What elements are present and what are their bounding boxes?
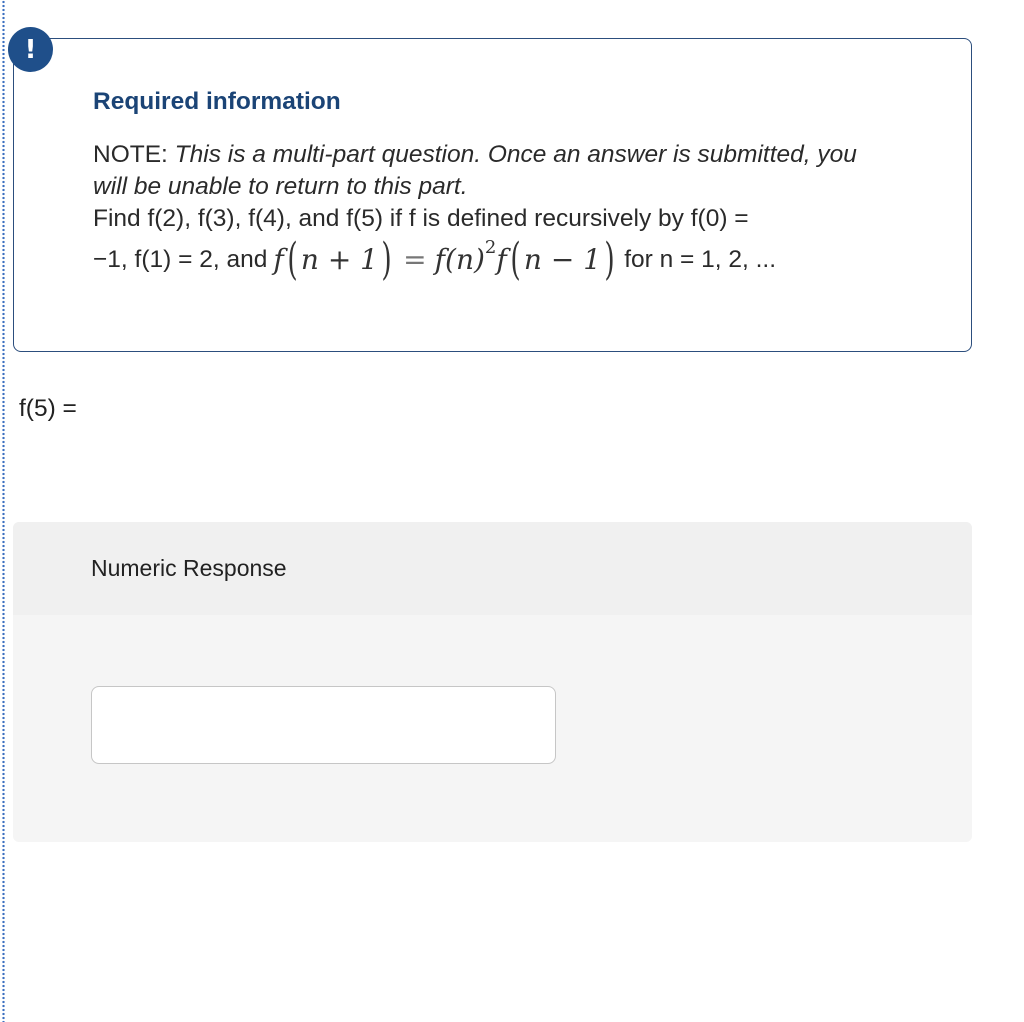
find-sentence: Find f(2), f(3), f(4), and f(5) if f is …: [93, 205, 749, 232]
note-text: This is a multi-part question. Once an a…: [93, 141, 857, 200]
left-dotted-rule: [2, 0, 5, 1022]
numeric-response-panel: Numeric Response: [13, 522, 972, 842]
question-text: NOTE: This is a multi-part question. Onc…: [93, 139, 893, 285]
close-paren: ): [381, 234, 392, 285]
question-label: f(5) =: [19, 395, 77, 422]
response-header: Numeric Response: [13, 522, 972, 615]
formula-rhs-f2: f: [496, 243, 507, 276]
close-paren-2: ): [604, 234, 615, 285]
formula-lhs-f: f: [273, 243, 284, 276]
note-paragraph: NOTE: This is a multi-part question. Onc…: [93, 139, 893, 203]
formula-rhs-f1: f: [434, 243, 446, 276]
exclamation-icon: !: [8, 27, 53, 72]
formula-exponent: 2: [484, 237, 497, 258]
formula-rhs-arg1: (n): [445, 243, 485, 276]
formula-rhs-arg2: n − 1: [523, 243, 602, 276]
recurrence-line: −1, f(1) = 2, and f ( n + 1 ) = f (n) 2 …: [93, 235, 893, 285]
open-paren-2: (: [510, 234, 521, 285]
domain-text: for n = 1, 2, ...: [624, 246, 777, 273]
initial-conditions: −1, f(1) = 2, and: [93, 246, 268, 273]
recurrence-formula: f ( n + 1 ) = f (n) 2 f ( n − 1 ): [273, 234, 618, 285]
formula-lhs-arg: n + 1: [300, 243, 378, 276]
formula-equals: =: [403, 243, 427, 276]
note-prefix: NOTE:: [93, 141, 175, 168]
response-title: Numeric Response: [91, 555, 287, 581]
answer-input[interactable]: [91, 686, 556, 764]
open-paren: (: [287, 234, 298, 285]
alert-glyph: !: [24, 34, 37, 65]
required-info-title: Required information: [93, 88, 341, 115]
